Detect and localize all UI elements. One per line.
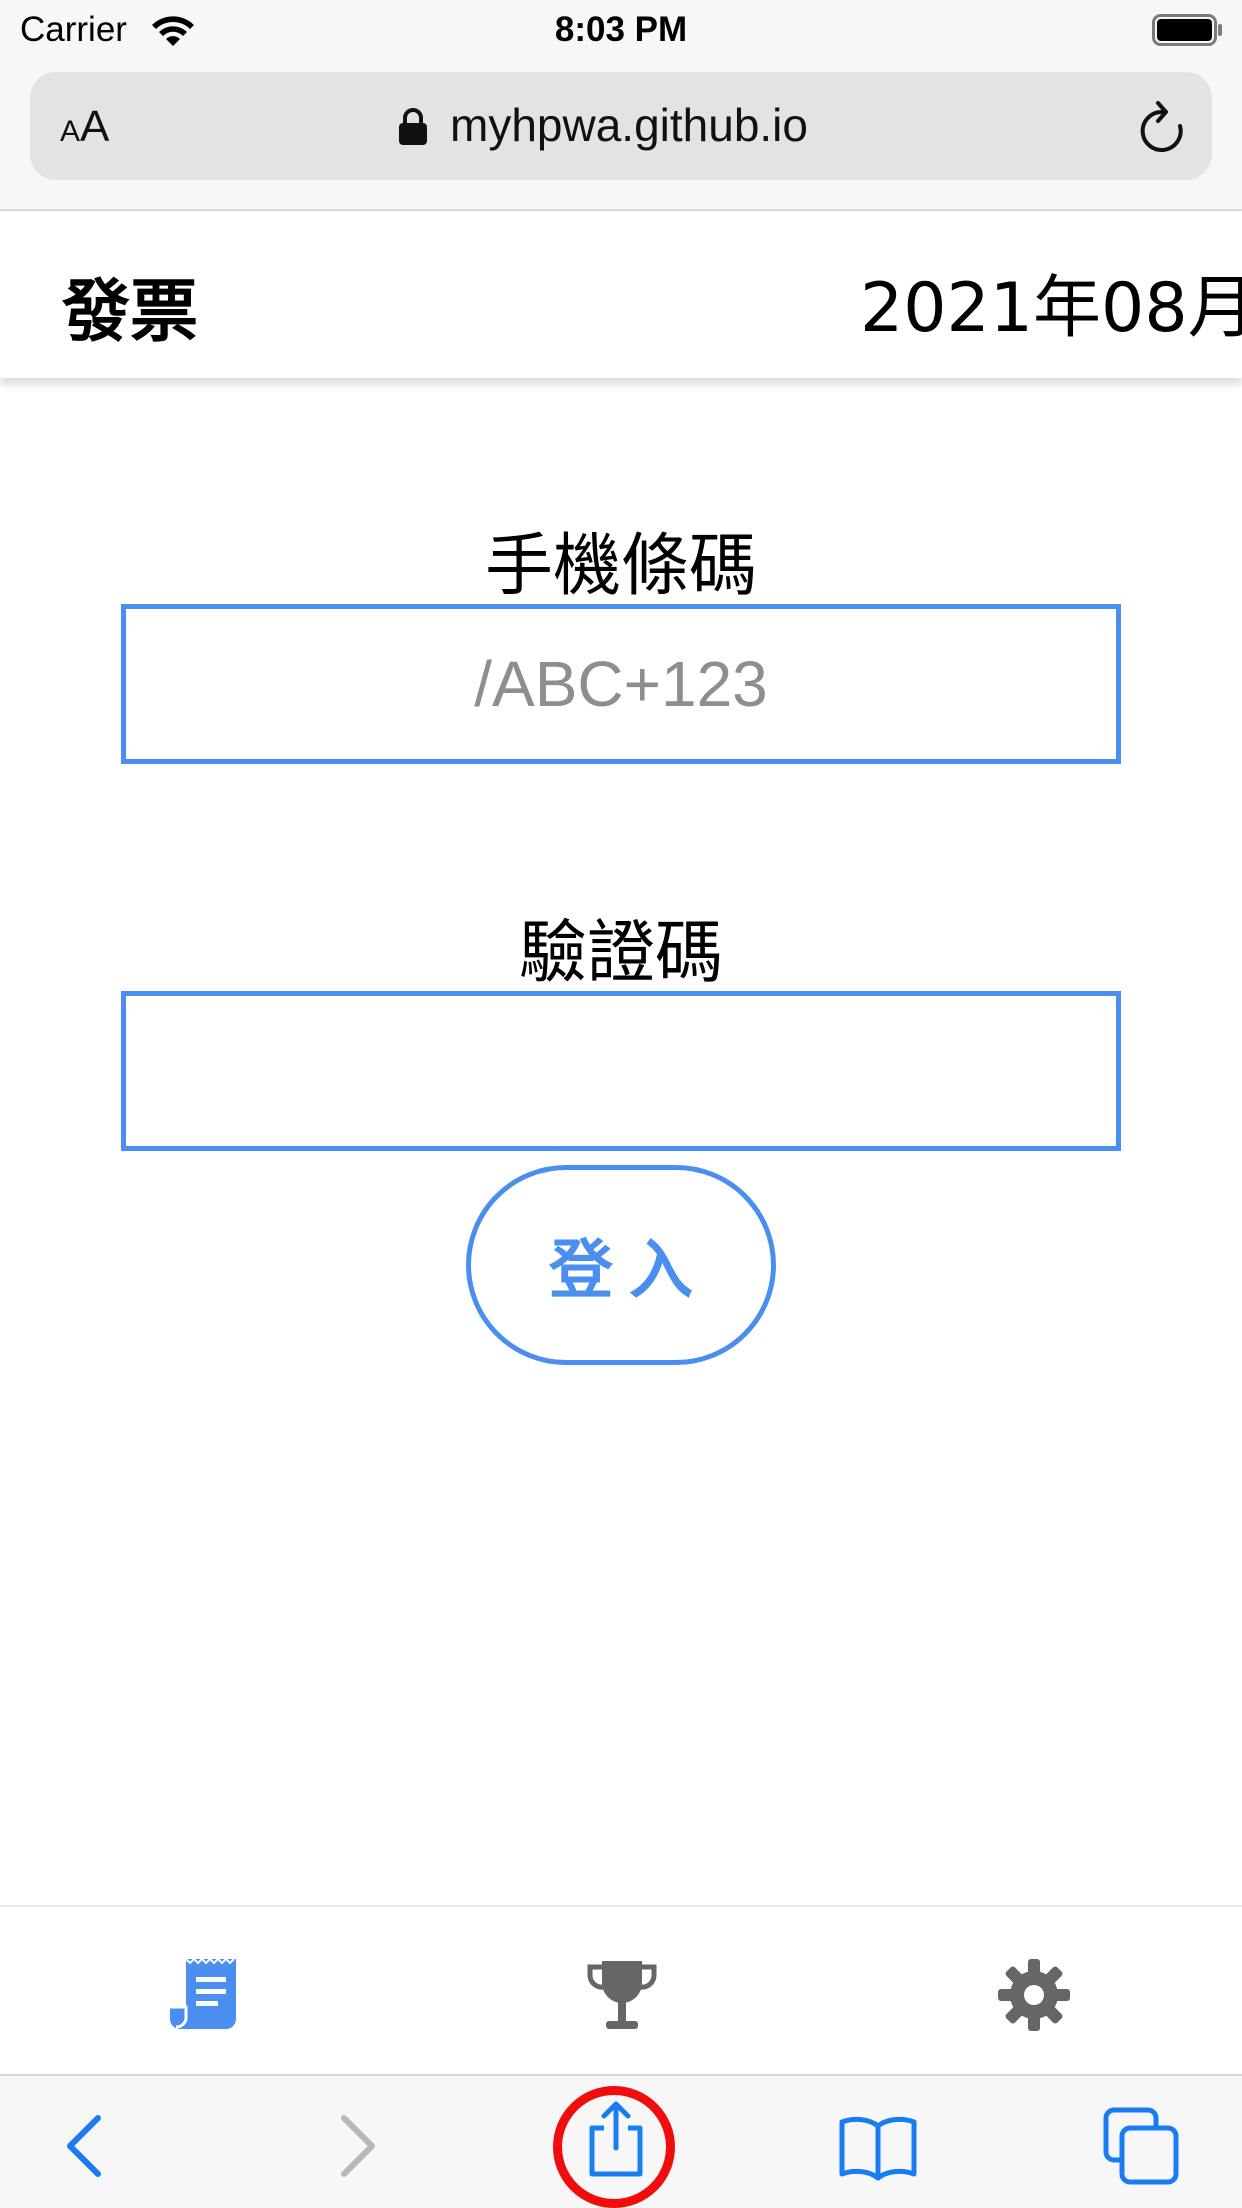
- url-text[interactable]: myhpwa.github.io: [450, 98, 808, 152]
- address-bar[interactable]: AA myhpwa.github.io: [30, 72, 1212, 180]
- page-title: 發票: [62, 273, 199, 352]
- phone-barcode-label: 手機條碼: [484, 527, 757, 606]
- invoice-icon[interactable]: [168, 1955, 248, 2035]
- trophy-icon[interactable]: [582, 1955, 662, 2035]
- login-button[interactable]: 登入: [466, 1165, 776, 1365]
- status-bar: Carrier 8:03 PM: [0, 0, 1242, 62]
- forward-icon[interactable]: [316, 2106, 396, 2186]
- share-highlight-circle: [553, 2086, 675, 2208]
- verification-code-input[interactable]: [121, 991, 1121, 1151]
- clock: 8:03 PM: [554, 10, 688, 49]
- gear-icon[interactable]: [994, 1955, 1074, 2035]
- reader-settings-button[interactable]: AA: [60, 102, 109, 152]
- battery-icon: [1152, 14, 1222, 46]
- bookmarks-icon[interactable]: [838, 2106, 918, 2186]
- app-tab-bar: [0, 1905, 1242, 2073]
- reload-icon[interactable]: [1136, 100, 1188, 156]
- period-date[interactable]: 2021年08月: [860, 252, 1242, 351]
- app-header: 發票 2021年08月: [0, 212, 1242, 378]
- verification-code-label: 驗證碼: [518, 914, 723, 993]
- back-icon[interactable]: [46, 2106, 126, 2186]
- phone-barcode-input[interactable]: [121, 604, 1121, 764]
- tabs-icon[interactable]: [1102, 2106, 1182, 2186]
- lock-icon: [399, 108, 427, 145]
- browser-top-chrome: Carrier 8:03 PM AA myhpwa.github.io: [0, 0, 1242, 211]
